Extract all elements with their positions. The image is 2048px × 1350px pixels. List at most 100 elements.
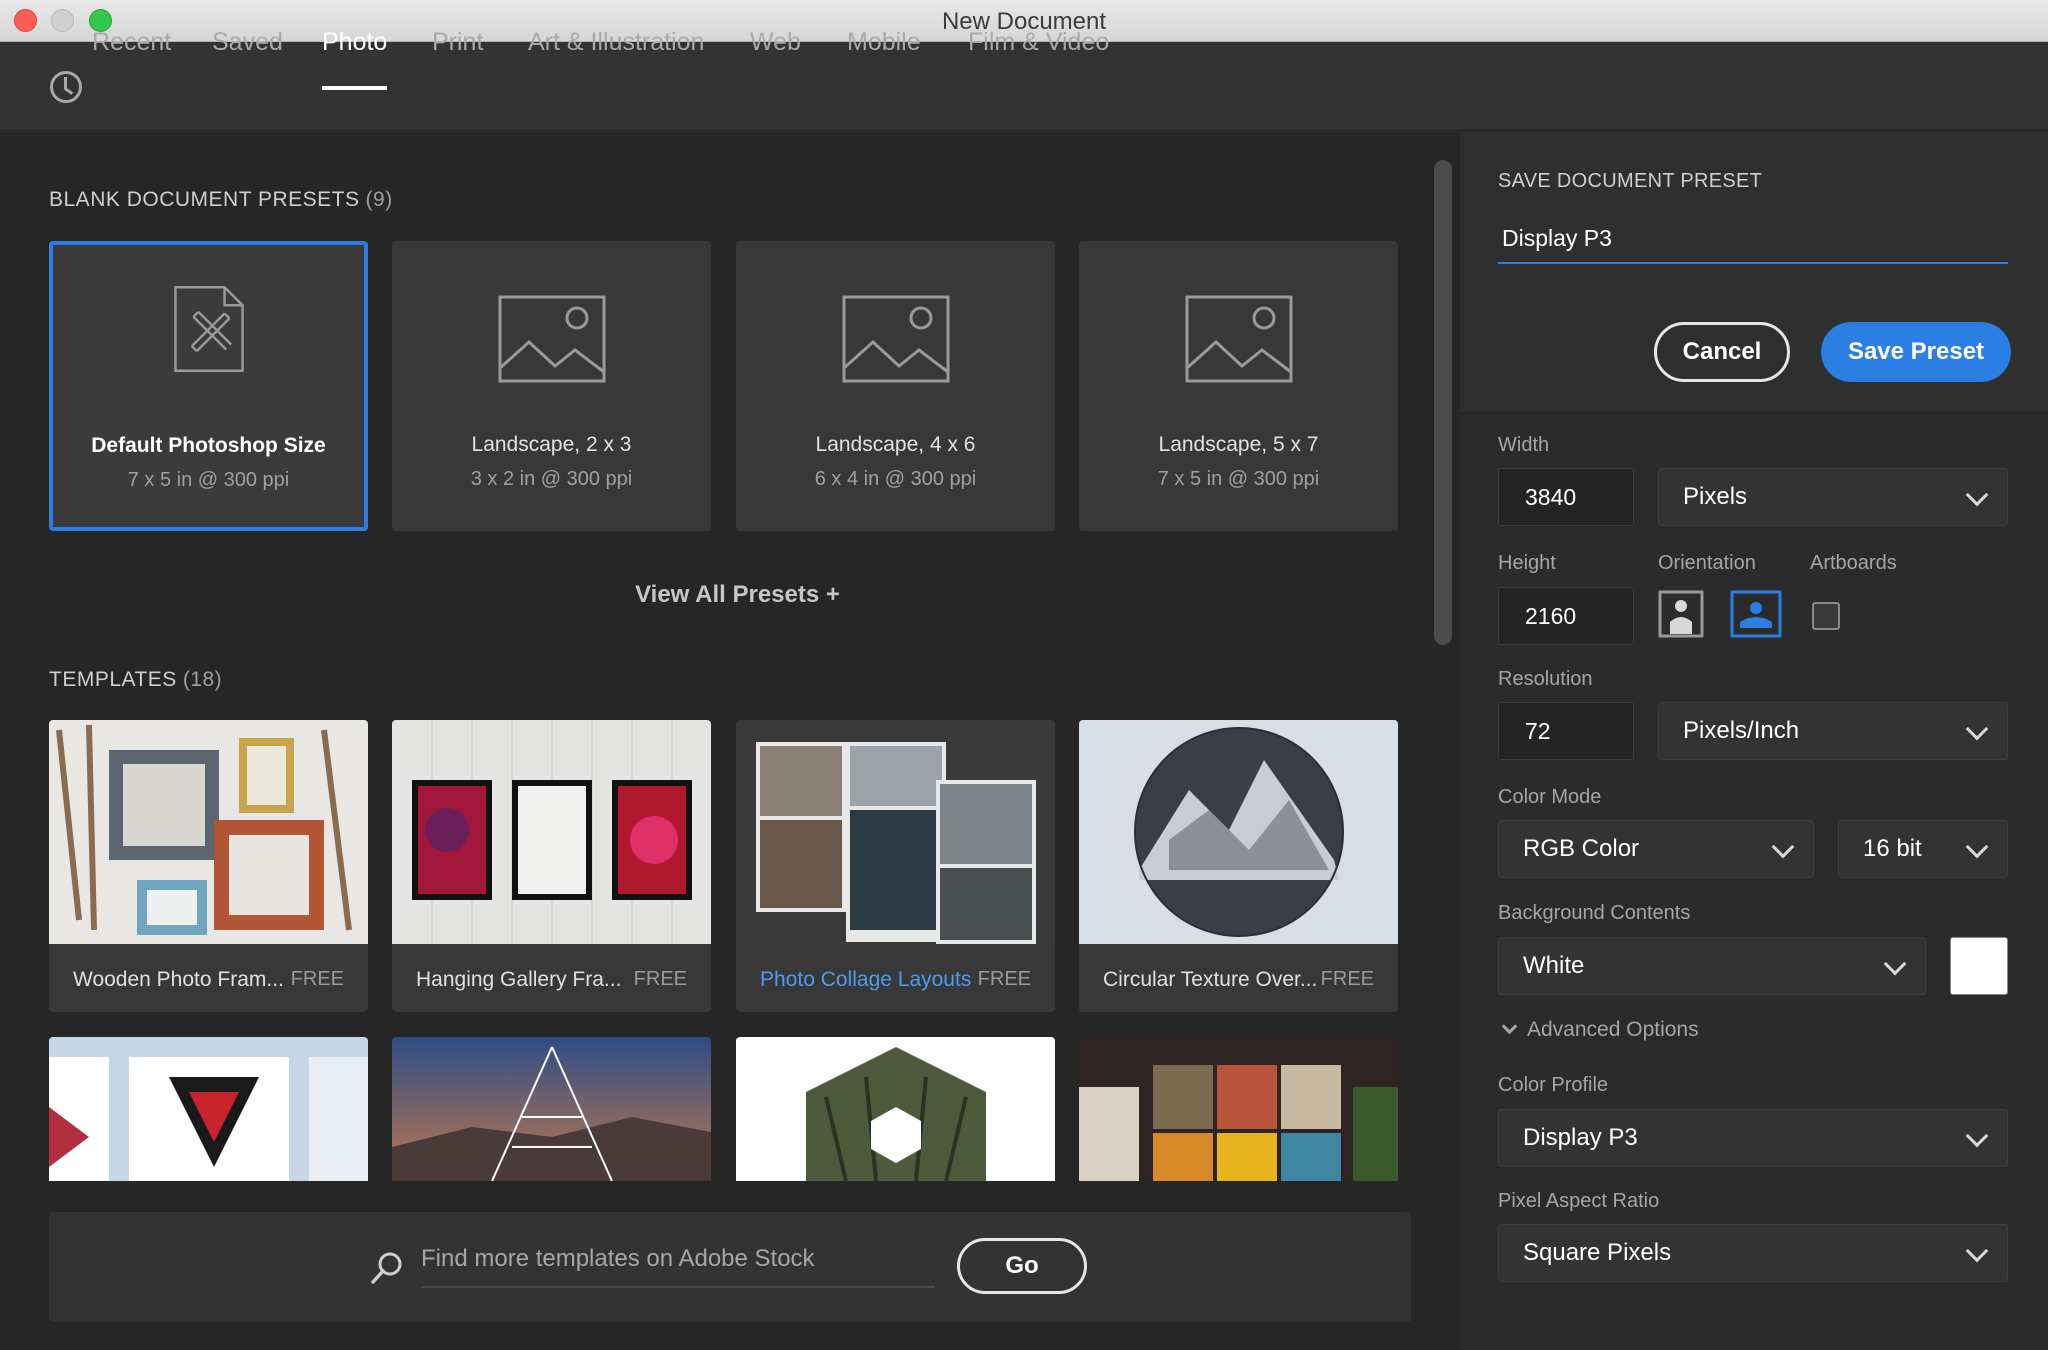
background-contents-select[interactable]: White xyxy=(1498,937,1926,995)
resolution-input[interactable]: 72 xyxy=(1498,702,1634,760)
template-card-geometric-desert[interactable] xyxy=(392,1037,711,1181)
chevron-down-icon xyxy=(1965,717,1989,741)
search-icon xyxy=(371,1252,402,1284)
orientation-label: Orientation xyxy=(1658,552,1756,574)
tab-recent[interactable]: Recent xyxy=(92,28,171,90)
template-card-wooden-photo-frames[interactable]: Wooden Photo Fram... FREE xyxy=(49,720,368,1012)
preset-card-landscape-4x6[interactable]: Landscape, 4 x 6 6 x 4 in @ 300 ppi xyxy=(736,241,1055,531)
bit-depth-value: 16 bit xyxy=(1863,835,1922,862)
pixel-aspect-ratio-value: Square Pixels xyxy=(1523,1239,1672,1266)
cancel-button[interactable]: Cancel xyxy=(1654,322,1790,382)
presets-count: (9) xyxy=(365,188,393,211)
height-input[interactable]: 2160 xyxy=(1498,587,1634,645)
template-card-photo-collage-layouts[interactable]: Photo Collage Layouts FREE xyxy=(736,720,1055,1012)
presets-section-title: BLANK DOCUMENT PRESETS (9) xyxy=(49,188,393,212)
template-thumbnail xyxy=(1079,720,1398,944)
color-profile-label: Color Profile xyxy=(1498,1074,1609,1096)
template-card-circular-texture-overlay[interactable]: Circular Texture Over... FREE xyxy=(1079,720,1398,1012)
template-card-forest-hexagon[interactable] xyxy=(736,1037,1055,1181)
tab-film-video[interactable]: Film & Video xyxy=(968,28,1109,90)
template-card-triangle-flowers[interactable] xyxy=(49,1037,368,1181)
preset-name: Default Photoshop Size xyxy=(91,434,326,457)
color-profile-value: Display P3 xyxy=(1523,1124,1638,1151)
preset-card-landscape-2x3[interactable]: Landscape, 2 x 3 3 x 2 in @ 300 ppi xyxy=(392,241,711,531)
pixel-aspect-ratio-select[interactable]: Square Pixels xyxy=(1498,1224,2008,1282)
image-icon xyxy=(842,295,950,383)
view-all-presets-link[interactable]: View All Presets + xyxy=(0,581,1475,609)
landscape-orientation-icon[interactable] xyxy=(1730,590,1782,638)
height-label: Height xyxy=(1498,552,1556,574)
templates-count: (18) xyxy=(182,668,223,691)
tab-print[interactable]: Print xyxy=(432,28,483,90)
tab-mobile[interactable]: Mobile xyxy=(847,28,921,90)
save-preset-button[interactable]: Save Preset xyxy=(1821,322,2011,382)
preset-size: 3 x 2 in @ 300 ppi xyxy=(470,468,633,490)
width-unit-value: Pixels xyxy=(1683,483,1748,510)
stock-search-input[interactable] xyxy=(421,1232,935,1288)
width-unit-select[interactable]: Pixels xyxy=(1658,468,2008,526)
templates-section-title: TEMPLATES (18) xyxy=(49,668,222,692)
advanced-options-toggle[interactable]: Advanced Options xyxy=(1498,1018,1699,1042)
color-profile-select[interactable]: Display P3 xyxy=(1498,1109,2008,1167)
chevron-down-icon xyxy=(1771,835,1795,859)
preset-name: Landscape, 5 x 7 xyxy=(1158,433,1319,456)
clock-icon xyxy=(50,71,82,103)
preset-card-landscape-5x7[interactable]: Landscape, 5 x 7 7 x 5 in @ 300 ppi xyxy=(1079,241,1398,531)
tab-art-illustration[interactable]: Art & Illustration xyxy=(528,28,704,90)
presets-scrollbar[interactable] xyxy=(1434,160,1452,645)
preset-name-input[interactable] xyxy=(1498,214,2008,264)
preset-details-panel: SAVE DOCUMENT PRESET Cancel Save Preset … xyxy=(1460,132,2048,1350)
resolution-label: Resolution xyxy=(1498,668,1593,690)
chevron-down-icon xyxy=(1501,1018,1518,1035)
bit-depth-select[interactable]: 16 bit xyxy=(1838,820,2008,878)
chevron-down-icon xyxy=(1965,835,1989,859)
template-card-hanging-gallery-frames[interactable]: Hanging Gallery Fra... FREE xyxy=(392,720,711,1012)
tab-saved[interactable]: Saved xyxy=(212,28,283,90)
color-mode-value: RGB Color xyxy=(1523,835,1640,862)
template-name: Circular Texture Over... xyxy=(1103,968,1318,991)
preset-size: 6 x 4 in @ 300 ppi xyxy=(814,468,977,490)
template-name: Wooden Photo Fram... xyxy=(73,968,284,991)
template-thumbnail xyxy=(736,1037,1055,1181)
background-color-swatch[interactable] xyxy=(1950,937,2008,995)
free-badge: FREE xyxy=(290,968,344,990)
chevron-down-icon xyxy=(1965,1239,1989,1263)
width-label: Width xyxy=(1498,434,1550,456)
free-badge: FREE xyxy=(633,968,687,990)
template-thumbnail xyxy=(392,1037,711,1181)
preset-name: Landscape, 2 x 3 xyxy=(471,433,632,456)
presets-heading: BLANK DOCUMENT PRESETS xyxy=(49,188,360,211)
templates-heading: TEMPLATES xyxy=(49,668,177,691)
chevron-down-icon xyxy=(1965,1124,1989,1148)
advanced-options-label: Advanced Options xyxy=(1527,1018,1699,1041)
template-name: Hanging Gallery Fra... xyxy=(416,968,622,991)
template-card-photo-grid[interactable] xyxy=(1079,1037,1398,1181)
resolution-unit-value: Pixels/Inch xyxy=(1683,717,1800,744)
tab-web[interactable]: Web xyxy=(750,28,801,90)
width-input[interactable]: 3840 xyxy=(1498,468,1634,526)
template-thumbnail xyxy=(1079,1037,1398,1181)
preset-size: 7 x 5 in @ 300 ppi xyxy=(1157,468,1320,490)
preset-name: Landscape, 4 x 6 xyxy=(815,433,976,456)
chevron-down-icon xyxy=(1965,483,1989,507)
save-preset-title: SAVE DOCUMENT PRESET xyxy=(1498,170,1763,192)
chevron-down-icon xyxy=(1883,952,1907,976)
document-ruler-icon xyxy=(174,286,244,372)
tab-photo[interactable]: Photo xyxy=(322,28,388,90)
preset-card-default-photoshop-size[interactable]: Default Photoshop Size 7 x 5 in @ 300 pp… xyxy=(49,241,368,531)
adobe-stock-search-bar: Go xyxy=(49,1212,1411,1322)
free-badge: FREE xyxy=(977,968,1031,990)
free-badge: FREE xyxy=(1320,968,1374,990)
template-name: Photo Collage Layouts xyxy=(760,968,972,991)
resolution-unit-select[interactable]: Pixels/Inch xyxy=(1658,702,2008,760)
artboards-checkbox[interactable] xyxy=(1812,602,1840,630)
image-icon xyxy=(1185,295,1293,383)
color-mode-select[interactable]: RGB Color xyxy=(1498,820,1814,878)
go-button[interactable]: Go xyxy=(957,1238,1087,1294)
background-contents-value: White xyxy=(1523,952,1585,979)
portrait-orientation-icon[interactable] xyxy=(1658,590,1704,638)
template-thumbnail xyxy=(736,720,1055,944)
template-thumbnail xyxy=(392,720,711,944)
preset-size: 7 x 5 in @ 300 ppi xyxy=(127,469,290,491)
image-icon xyxy=(498,295,606,383)
